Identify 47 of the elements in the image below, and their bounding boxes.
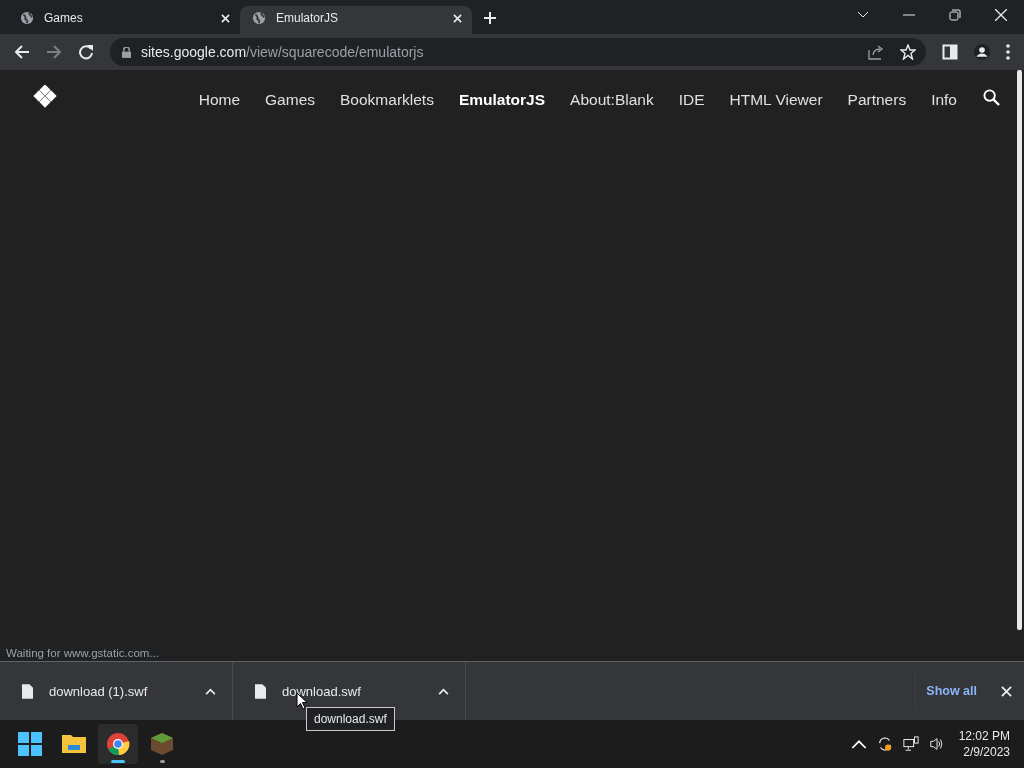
close-icon[interactable] bbox=[995, 9, 1007, 21]
nav-link[interactable]: Info bbox=[931, 91, 957, 109]
clock-date: 2/9/2023 bbox=[963, 745, 1010, 759]
nav-link[interactable]: Games bbox=[265, 91, 316, 109]
show-all-link[interactable]: Show all bbox=[915, 671, 977, 711]
clock-time: 12:02 PM bbox=[958, 729, 1010, 743]
globe-icon bbox=[20, 11, 34, 25]
network-icon[interactable] bbox=[902, 736, 919, 752]
taskbar-app[interactable] bbox=[98, 724, 138, 764]
file-icon bbox=[255, 683, 266, 699]
browser-tab[interactable]: EmulatorJS bbox=[240, 6, 472, 34]
file-icon bbox=[22, 683, 33, 699]
back-icon[interactable] bbox=[14, 44, 30, 60]
restore-icon[interactable] bbox=[949, 9, 961, 21]
star-icon[interactable] bbox=[900, 44, 916, 60]
nav-link[interactable]: EmulatorJS bbox=[458, 91, 546, 109]
nav-link[interactable]: HTML Viewer bbox=[729, 91, 823, 109]
windows-logo-icon bbox=[18, 732, 42, 756]
share-icon[interactable] bbox=[868, 44, 884, 60]
tooltip: download.swf bbox=[306, 707, 395, 731]
forward-icon[interactable] bbox=[46, 44, 62, 60]
search-icon[interactable] bbox=[983, 88, 1000, 106]
profile-icon[interactable] bbox=[974, 44, 990, 60]
cube-icon bbox=[150, 732, 174, 756]
caret-icon[interactable] bbox=[205, 687, 216, 695]
nav-link[interactable]: IDE bbox=[678, 91, 705, 109]
caret-icon[interactable] bbox=[438, 687, 449, 695]
new-tab-icon[interactable] bbox=[484, 12, 496, 24]
browser-logo-icon bbox=[106, 732, 130, 756]
reload-icon[interactable] bbox=[78, 44, 94, 60]
browser-tab[interactable]: Games bbox=[8, 6, 240, 34]
close-icon[interactable] bbox=[453, 13, 462, 23]
globe-icon bbox=[252, 11, 266, 25]
close-icon[interactable] bbox=[1001, 685, 1012, 697]
volume-icon[interactable] bbox=[928, 736, 945, 752]
nav-link[interactable]: Home bbox=[198, 91, 241, 109]
lock-icon bbox=[122, 46, 131, 58]
sync-icon[interactable] bbox=[876, 736, 893, 752]
close-icon[interactable] bbox=[221, 13, 230, 23]
nav-link[interactable]: Partners bbox=[847, 91, 907, 109]
folder-icon bbox=[62, 732, 86, 756]
menu-icon[interactable] bbox=[1006, 44, 1010, 60]
side-panel-icon[interactable] bbox=[942, 44, 958, 60]
scrollbar[interactable] bbox=[1017, 70, 1022, 630]
address-bar[interactable]: sites.google.com/view/squarecode/emulatorjs bbox=[110, 38, 926, 66]
nav-link[interactable]: About:Blank bbox=[570, 91, 654, 109]
nav-link[interactable]: Bookmarklets bbox=[340, 91, 434, 109]
